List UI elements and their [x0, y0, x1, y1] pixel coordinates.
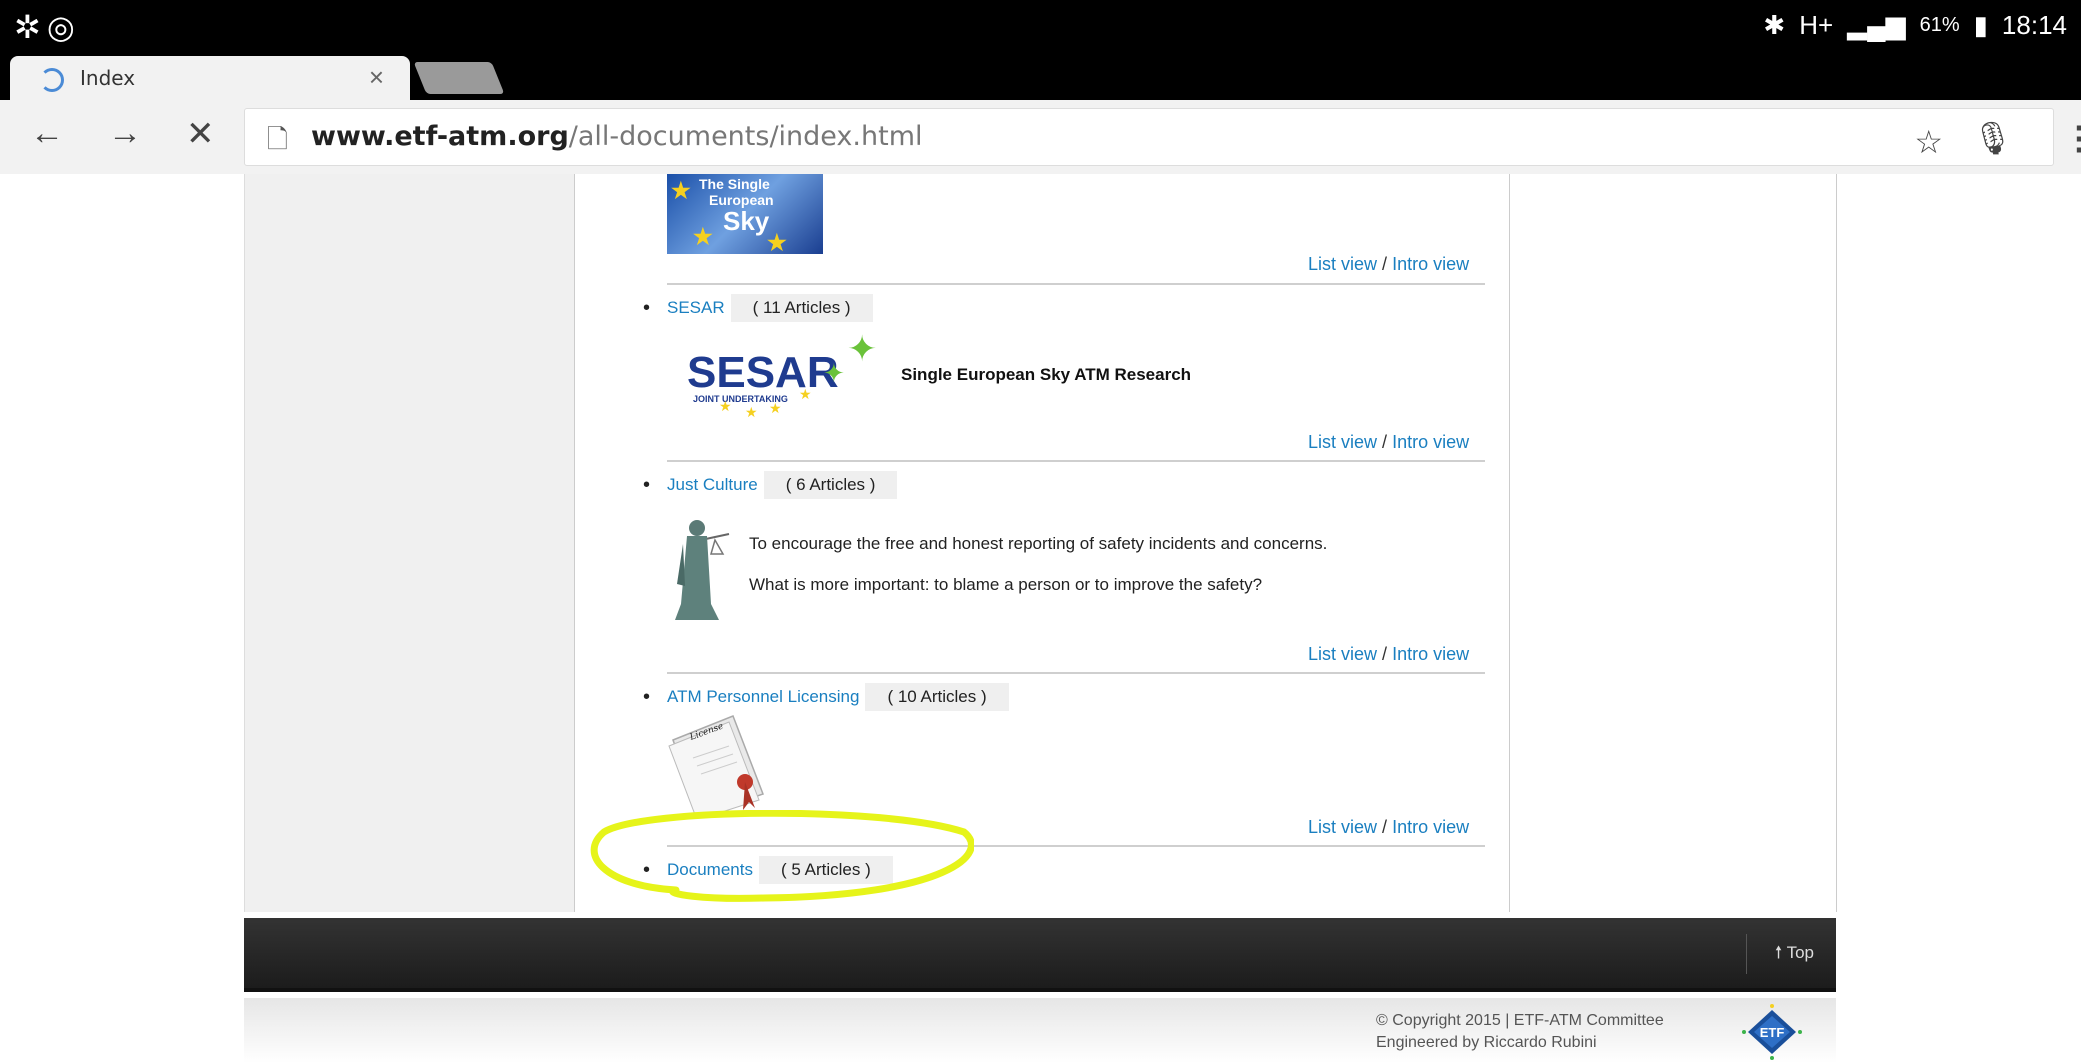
list-view-link[interactable]: List view — [1308, 817, 1377, 837]
back-to-top-button[interactable]: 🠕 Top — [1745, 934, 1836, 974]
menu-icon[interactable]: ⋮ — [2063, 119, 2081, 157]
star-icon: ★ — [693, 224, 713, 249]
browser-toolbar: ← → ✕ 🗋 www.etf-atm.org/all-documents/in… — [0, 100, 2081, 175]
stop-loading-icon[interactable]: ✕ — [186, 114, 215, 154]
main-column: ★ ★ ★ The Single European Sky List view … — [574, 174, 1510, 912]
page-content: ★ ★ ★ The Single European Sky List view … — [0, 174, 2081, 1063]
left-sidebar — [244, 174, 575, 912]
single-european-sky-image: ★ ★ ★ The Single European Sky — [667, 174, 823, 254]
star-icon: ★ — [769, 400, 782, 416]
list-view-link[interactable]: List view — [1308, 254, 1377, 274]
list-item: • ATM Personnel Licensing ( 10 Articles … — [643, 683, 1009, 711]
tab-index[interactable]: Index × — [10, 56, 410, 100]
svg-text:ETF: ETF — [1760, 1025, 1785, 1040]
sesar-logo: SESAR JOINT UNDERTAKING ✦ ✦ ★ ★ ★ ★ — [687, 328, 878, 420]
page-icon: 🗋 — [267, 124, 288, 154]
forward-icon[interactable]: → — [108, 114, 142, 153]
category-link-just-culture[interactable]: Just Culture — [667, 475, 758, 495]
intro-view-link[interactable]: Intro view — [1392, 644, 1469, 664]
list-view-link[interactable]: List view — [1308, 432, 1377, 452]
loading-icon — [40, 68, 64, 92]
copyright-text: © Copyright 2015 | ETF-ATM Committee — [1376, 1012, 1664, 1029]
star-icon: ★ — [719, 398, 732, 414]
intro-view-link[interactable]: Intro view — [1392, 432, 1469, 452]
battery-level: 61% — [1919, 14, 1960, 36]
status-icons-right: ✱ H+ ▂▄▆ 61% ▮ 18:14 — [1763, 10, 2067, 41]
divider — [667, 672, 1485, 674]
tab-strip: Index × — [0, 48, 2081, 100]
category-link-atm-personnel-licensing[interactable]: ATM Personnel Licensing — [667, 687, 859, 707]
list-item: • SESAR ( 11 Articles ) — [643, 294, 873, 322]
article-count: ( 6 Articles ) — [763, 471, 898, 499]
article-count: ( 11 Articles ) — [730, 294, 873, 322]
article-count: ( 10 Articles ) — [865, 683, 1009, 711]
network-type: H+ — [1799, 10, 1834, 40]
view-links: List view / Intro view — [1308, 432, 1470, 452]
right-sidebar — [1508, 174, 1837, 912]
star-icon: ★ — [799, 386, 812, 402]
sesar-description: Single European Sky ATM Research — [901, 365, 1192, 384]
etf-logo: ETF — [1742, 1004, 1802, 1060]
bookmark-star-icon[interactable]: ☆ — [1914, 123, 1943, 161]
list-view-link[interactable]: List view — [1308, 644, 1377, 664]
copyright-area: © Copyright 2015 | ETF-ATM Committee Eng… — [244, 998, 1836, 1063]
microphone-icon[interactable]: 🎙 — [1972, 119, 2013, 157]
status-icons-left: ✲◎ — [14, 9, 81, 45]
footer-bar: 🠕 Top — [244, 918, 1836, 992]
intro-view-link[interactable]: Intro view — [1392, 817, 1469, 837]
tab-title: Index — [80, 66, 136, 90]
back-icon[interactable]: ← — [30, 114, 64, 153]
url-text[interactable]: www.etf-atm.org/all-documents/index.html — [311, 121, 923, 152]
star-icon: ★ — [745, 404, 758, 420]
highlight-annotation — [590, 810, 974, 902]
view-links: List view / Intro view — [1308, 644, 1470, 664]
signal-icon: ▂▄▆ — [1847, 10, 1906, 40]
star-icon: ★ — [671, 178, 691, 203]
star-icon: ★ — [767, 230, 787, 254]
license-document-image: License — [668, 715, 764, 816]
bluetooth-icon: ✱ — [1763, 10, 1786, 40]
justice-statue-image — [667, 514, 733, 622]
engineered-by-text: Engineered by Riccardo Rubini — [1376, 1034, 1597, 1051]
clock: 18:14 — [2001, 10, 2067, 40]
close-tab-icon[interactable]: × — [369, 62, 384, 93]
just-culture-text-1: To encourage the free and honest reporti… — [749, 534, 1328, 553]
divider — [667, 460, 1485, 462]
view-links: List view / Intro view — [1308, 817, 1470, 837]
battery-icon: ▮ — [1973, 10, 1988, 40]
view-links: List view / Intro view — [1308, 254, 1470, 274]
list-item: • Just Culture ( 6 Articles ) — [643, 471, 898, 499]
divider — [667, 283, 1485, 285]
address-bar[interactable]: 🗋 www.etf-atm.org/all-documents/index.ht… — [244, 108, 2081, 166]
category-link-sesar[interactable]: SESAR — [667, 298, 725, 318]
arrow-up-icon: 🠕 — [1774, 943, 1783, 962]
new-tab-button[interactable] — [413, 62, 505, 94]
just-culture-text-2: What is more important: to blame a perso… — [749, 575, 1263, 594]
status-bar: ✲◎ ✱ H+ ▂▄▆ 61% ▮ 18:14 — [0, 0, 2081, 48]
intro-view-link[interactable]: Intro view — [1392, 254, 1469, 274]
